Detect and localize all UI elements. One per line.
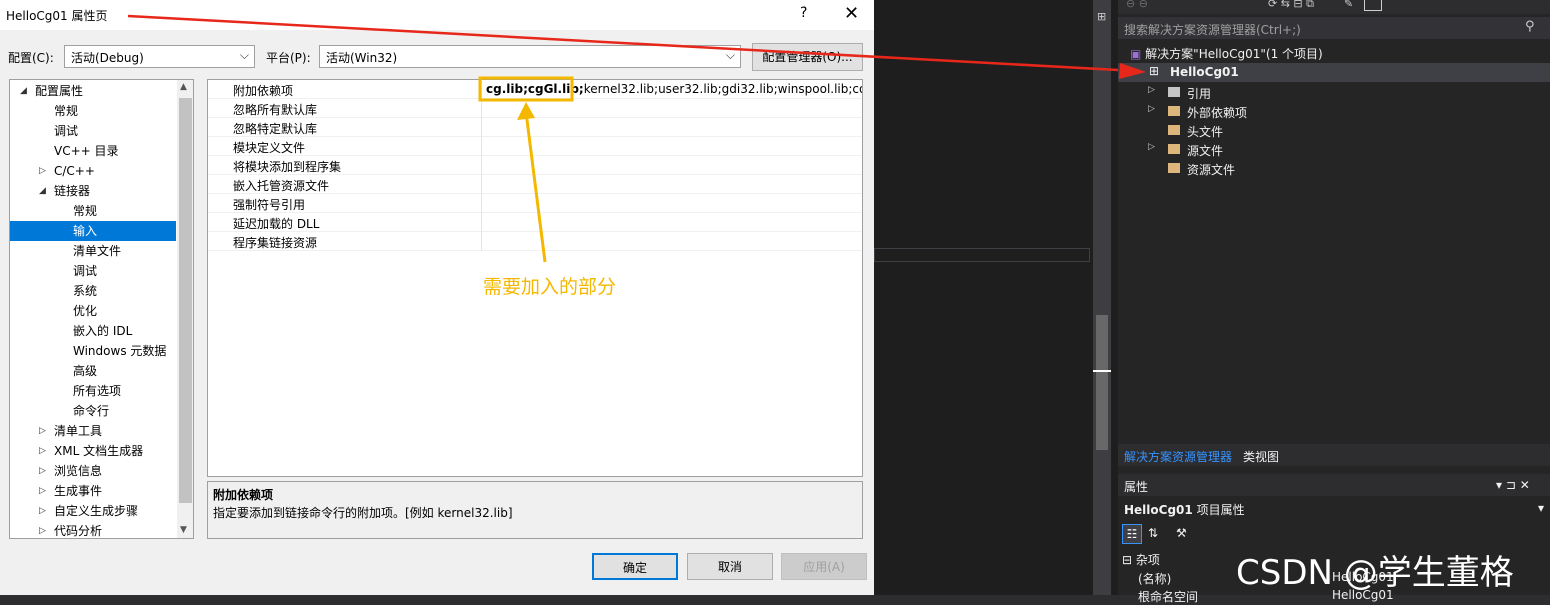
annotation-overlay	[127, 14, 1146, 263]
highlight-box	[478, 76, 574, 102]
annotation-arrow-line	[524, 111, 547, 263]
watermark: CSDN @学生董格	[1236, 553, 1514, 593]
red-arrow-head	[1119, 63, 1146, 79]
annotation-arrow-head	[517, 102, 535, 120]
red-arrow-line	[127, 14, 1119, 72]
annotation-text: 需要加入的部分	[483, 276, 617, 298]
